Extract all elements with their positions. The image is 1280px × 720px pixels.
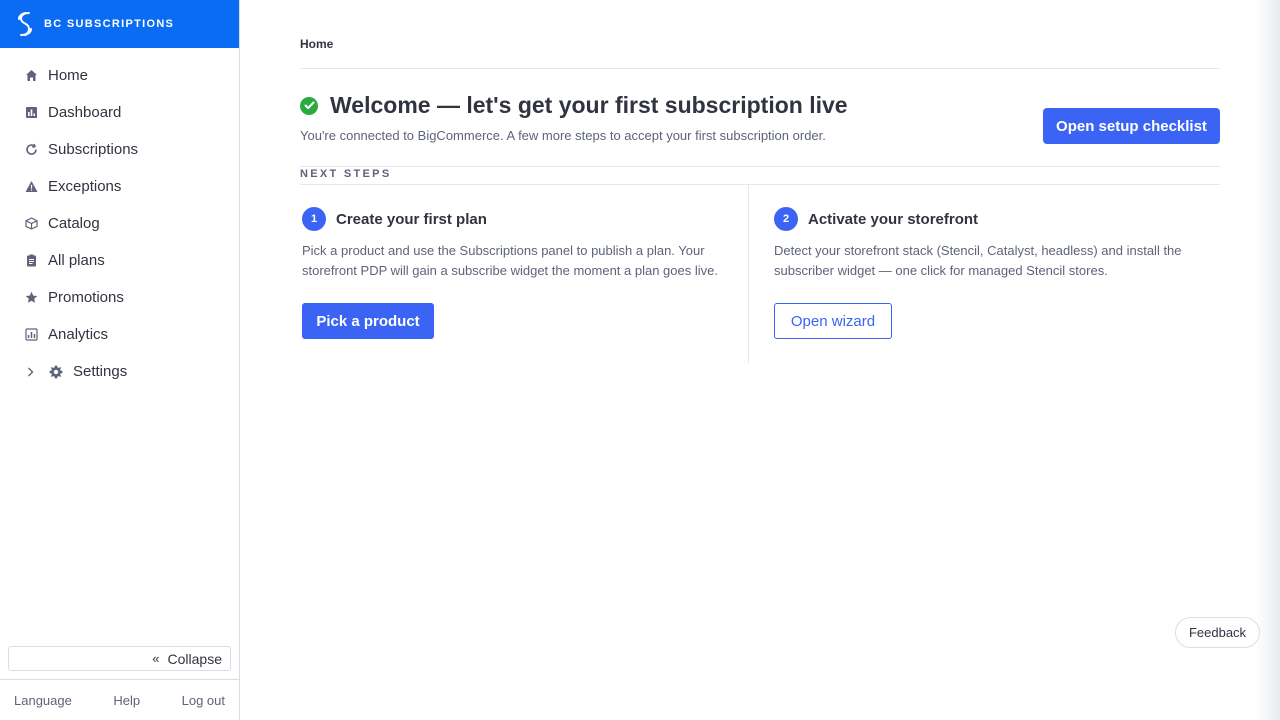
gear-icon bbox=[49, 365, 63, 378]
page-title: Welcome — let's get your first subscript… bbox=[330, 92, 848, 118]
step-header: 1 Create your first plan bbox=[302, 207, 487, 231]
check-circle-icon bbox=[300, 96, 318, 115]
sidebar-item-label: Analytics bbox=[48, 326, 109, 343]
double-chevron-left-icon: « bbox=[152, 651, 160, 666]
pick-product-button[interactable]: Pick a product bbox=[302, 303, 434, 339]
feedback-button[interactable]: Feedback bbox=[1175, 617, 1260, 648]
sidebar: BC SUBSCRIPTIONS Home Dashboard Subscrip… bbox=[0, 0, 240, 720]
sidebar-nav: Home Dashboard Subscriptions Exceptions … bbox=[0, 48, 239, 390]
sidebar-item-label: Subscriptions bbox=[48, 141, 139, 158]
step-header: 2 Activate your storefront bbox=[774, 207, 978, 231]
sidebar-item-label: Promotions bbox=[48, 289, 124, 306]
clipboard-icon bbox=[25, 254, 38, 267]
sidebar-item-dashboard[interactable]: Dashboard bbox=[0, 94, 239, 131]
warning-icon bbox=[25, 180, 38, 193]
sidebar-item-label: Home bbox=[48, 67, 89, 84]
step-number-badge: 2 bbox=[774, 207, 798, 231]
open-wizard-button[interactable]: Open wizard bbox=[774, 303, 892, 339]
star-icon bbox=[25, 291, 38, 304]
sidebar-item-home[interactable]: Home bbox=[0, 57, 239, 94]
sidebar-item-label: All plans bbox=[48, 252, 105, 269]
sidebar-item-label: Dashboard bbox=[48, 104, 122, 121]
breadcrumb[interactable]: Home bbox=[300, 37, 333, 51]
edge-shadow bbox=[1256, 0, 1280, 720]
refresh-icon bbox=[25, 143, 38, 156]
chart-icon bbox=[25, 328, 38, 341]
box-icon bbox=[25, 217, 38, 230]
welcome-subtitle: You're connected to BigCommerce. A few m… bbox=[300, 128, 826, 143]
sidebar-item-label: Catalog bbox=[48, 215, 100, 232]
sidebar-item-all-plans[interactable]: All plans bbox=[0, 242, 239, 279]
sidebar-item-subscriptions[interactable]: Subscriptions bbox=[0, 131, 239, 168]
sidebar-item-catalog[interactable]: Catalog bbox=[0, 205, 239, 242]
sidebar-item-exceptions[interactable]: Exceptions bbox=[0, 168, 239, 205]
home-icon bbox=[25, 69, 38, 82]
step-divider bbox=[748, 185, 749, 363]
brand-header[interactable]: BC SUBSCRIPTIONS bbox=[0, 0, 239, 48]
step-number-badge: 1 bbox=[302, 207, 326, 231]
open-setup-checklist-button[interactable]: Open setup checklist bbox=[1043, 108, 1220, 144]
sidebar-footer: Language Help Log out bbox=[0, 679, 239, 720]
sidebar-item-analytics[interactable]: Analytics bbox=[0, 316, 239, 353]
collapse-label: Collapse bbox=[167, 650, 222, 667]
header-divider bbox=[300, 68, 1220, 69]
step-description: Pick a product and use the Subscriptions… bbox=[302, 243, 718, 278]
brand-name: BC SUBSCRIPTIONS bbox=[44, 18, 175, 30]
next-steps-header: NEXT STEPS bbox=[300, 166, 1220, 185]
step-create-plan: 1 Create your first plan Pick a product … bbox=[302, 185, 748, 363]
brand-logo-icon bbox=[15, 11, 35, 37]
logout-link[interactable]: Log out bbox=[182, 693, 225, 708]
collapse-button[interactable]: « Collapse bbox=[8, 646, 231, 671]
chevron-right-icon[interactable] bbox=[27, 367, 35, 377]
step-description: Detect your storefront stack (Stencil, C… bbox=[774, 243, 1182, 278]
step-title: Create your first plan bbox=[336, 210, 487, 228]
help-link[interactable]: Help bbox=[113, 693, 140, 708]
sidebar-item-label: Settings bbox=[73, 363, 128, 380]
language-link[interactable]: Language bbox=[14, 693, 72, 708]
welcome-heading: Welcome — let's get your first subscript… bbox=[300, 92, 848, 119]
sidebar-item-settings[interactable]: Settings bbox=[0, 353, 239, 390]
dashboard-icon bbox=[25, 106, 38, 119]
sidebar-item-label: Exceptions bbox=[48, 178, 122, 195]
sidebar-item-promotions[interactable]: Promotions bbox=[0, 279, 239, 316]
step-title: Activate your storefront bbox=[808, 210, 979, 228]
next-steps-label: NEXT STEPS bbox=[300, 168, 392, 180]
